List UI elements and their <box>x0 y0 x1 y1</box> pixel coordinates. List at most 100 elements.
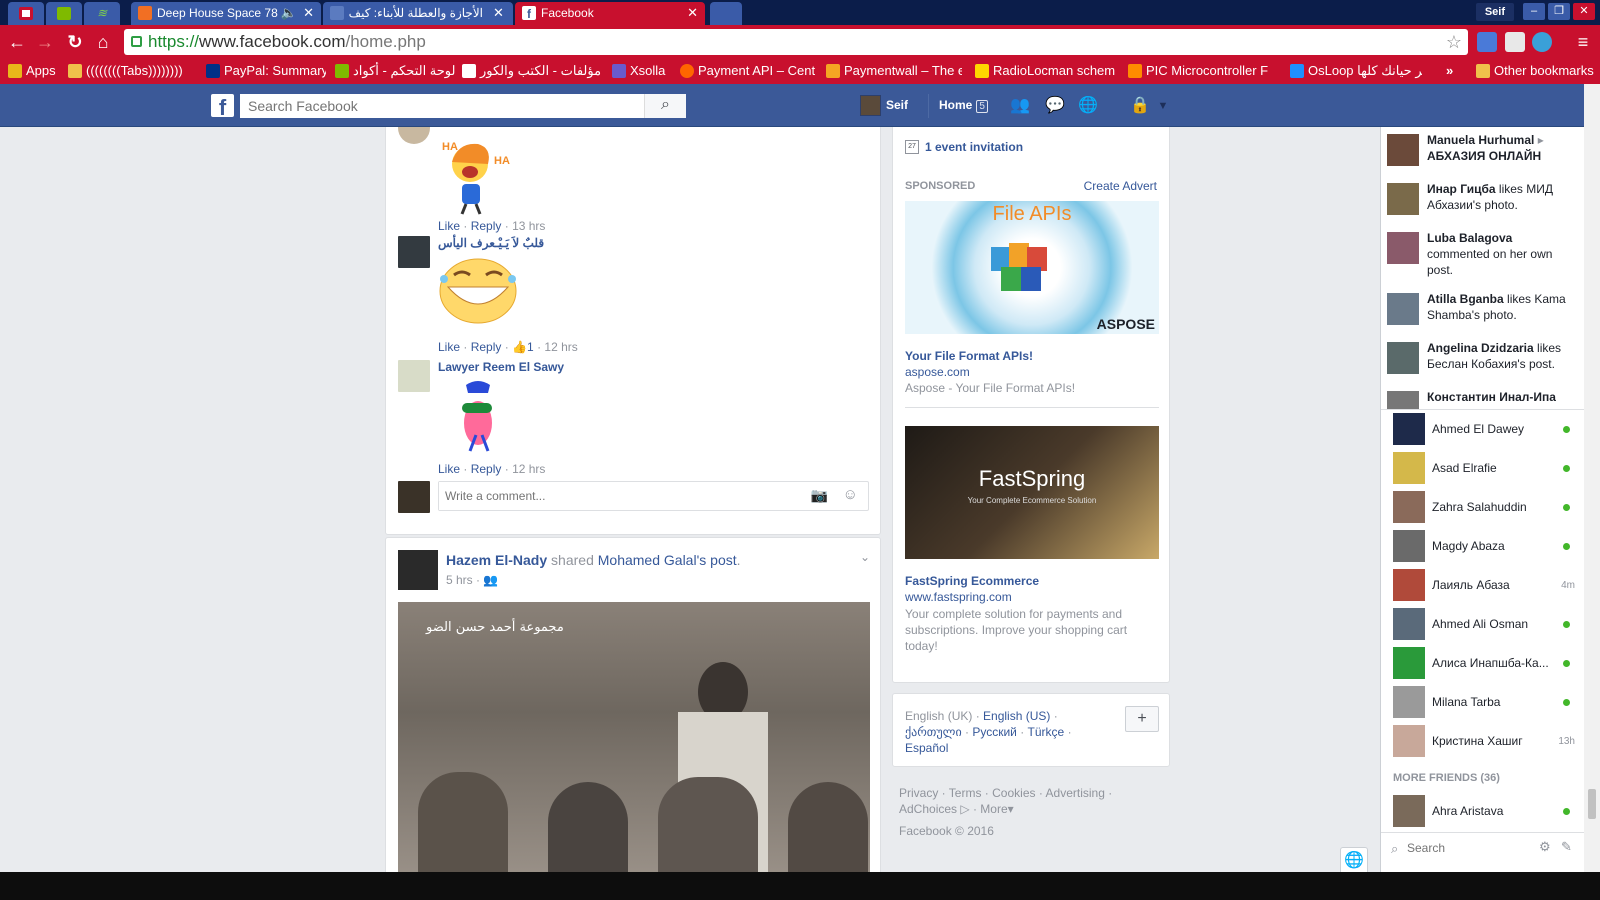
language-option[interactable]: English (US) <box>983 709 1050 723</box>
chat-friend[interactable]: Алиса Инапшба-Ка... <box>1381 643 1585 682</box>
home-link[interactable]: Home 5 <box>928 94 988 118</box>
ad-domain[interactable]: aspose.com <box>905 365 970 379</box>
pinned-tab-1[interactable] <box>8 2 44 25</box>
ticker-item[interactable]: Manuela Hurhumal ▸ АБХАЗИЯ ОНЛАЙН <box>1387 132 1571 180</box>
language-option[interactable]: Türkçe <box>1028 725 1065 739</box>
camera-icon[interactable]: 📷 <box>811 487 828 504</box>
chat-friend[interactable]: Magdy Abaza <box>1381 526 1585 565</box>
address-bar[interactable]: https://www.facebook.com/home.php ☆ <box>124 29 1468 55</box>
comment-time[interactable]: 12 hrs <box>544 340 577 354</box>
footer-terms-link[interactable]: Terms <box>949 786 982 800</box>
footer-more-link[interactable]: More <box>980 802 1007 816</box>
globe-icon[interactable] <box>1532 32 1552 52</box>
avatar[interactable] <box>398 360 430 392</box>
ticker-item[interactable]: Константин Инал-Ипа <box>1387 389 1571 409</box>
privacy-shortcuts-icon[interactable]: 🔒 <box>1130 97 1150 115</box>
globe-icon[interactable]: 🌐 <box>1340 847 1368 872</box>
bookmark-control-panel[interactable]: لوحة التحكم - أكواد <box>335 62 455 80</box>
chat-friend[interactable]: Asad Elrafie <box>1381 448 1585 487</box>
event-invitation-link[interactable]: 1 event invitation <box>925 140 1023 154</box>
tab-deep-house[interactable]: Deep House Space 78 🔈 ✕ <box>131 2 321 25</box>
tab-close-icon[interactable]: ✕ <box>687 5 698 21</box>
post-object-link[interactable]: post <box>710 552 736 568</box>
bookmark-apps[interactable]: Apps <box>8 62 63 80</box>
ad-title[interactable]: FastSpring Ecommerce <box>905 574 1039 588</box>
language-option[interactable]: Русский <box>972 725 1017 739</box>
bookmark-paymentwall[interactable]: Paymentwall – The e <box>826 62 962 80</box>
add-language-button[interactable]: + <box>1125 706 1159 732</box>
comment-time[interactable]: 13 hrs <box>512 219 545 233</box>
ticker-item[interactable]: Angelina Dzidzaria likes Беслан Кобахия'… <box>1387 340 1571 388</box>
like-link[interactable]: Like <box>438 340 460 354</box>
bookmark-tabs-folder[interactable]: ((((((((Tabs)))))))) <box>68 62 198 80</box>
ticker-item[interactable]: Luba Balagova commented on her own post. <box>1387 230 1571 290</box>
footer-privacy-link[interactable]: Privacy <box>899 786 938 800</box>
bookmark-books[interactable]: مؤلفات - الكتب والكور <box>462 62 602 80</box>
emoji-icon[interactable]: ☺ <box>843 486 858 503</box>
pinned-tab-3[interactable]: ≋ <box>84 2 120 25</box>
bookmark-osloop[interactable]: OsLoop أخبر حيانك كلها <box>1290 62 1422 80</box>
tab-close-icon[interactable]: ✕ <box>493 5 504 21</box>
bookmark-xsolla[interactable]: Xsolla <box>612 62 674 80</box>
tab-facebook[interactable]: f Facebook ✕ <box>515 2 705 25</box>
translate-icon[interactable] <box>1477 32 1497 52</box>
reply-link[interactable]: Reply <box>471 340 502 354</box>
language-option[interactable]: ქართული <box>905 725 962 739</box>
ad-image-aspose[interactable]: File APIs ASPOSE <box>905 201 1159 334</box>
new-tab-button[interactable] <box>710 2 742 25</box>
compose-icon[interactable]: ✎ <box>1561 839 1572 855</box>
comment-time[interactable]: 12 hrs <box>512 462 545 476</box>
post-author[interactable]: Hazem El-Nady <box>446 552 547 568</box>
author-avatar[interactable] <box>398 550 438 590</box>
home-icon[interactable]: ⌂ <box>90 29 116 55</box>
friends-audience-icon[interactable]: 👥 <box>483 573 498 587</box>
chat-friend[interactable]: Лаияль Абаза 4m <box>1381 565 1585 604</box>
page-scrollbar[interactable] <box>1584 84 1600 872</box>
forward-icon[interactable]: → <box>32 29 58 55</box>
close-button[interactable]: ✕ <box>1573 3 1595 20</box>
pinned-tab-2[interactable] <box>46 2 82 25</box>
maximize-button[interactable]: ❐ <box>1548 3 1570 20</box>
ad-domain[interactable]: www.fastspring.com <box>905 590 1012 604</box>
messages-icon[interactable]: 💬 <box>1045 97 1065 115</box>
chat-friend[interactable]: Ahmed El Dawey <box>1381 409 1585 448</box>
post-source[interactable]: Mohamed Galal <box>598 552 697 568</box>
ticker-item[interactable]: Atilla Bganba likes Kama Shamba's photo. <box>1387 291 1571 339</box>
ticker-item[interactable]: Инар Гицба likes МИД Абхазии's photo. <box>1387 181 1571 229</box>
like-count[interactable]: 1 <box>527 340 534 354</box>
bookmark-payment-api[interactable]: Payment API – Centi <box>680 62 815 80</box>
scrollbar-thumb[interactable] <box>1588 789 1596 819</box>
footer-advertising-link[interactable]: Advertising <box>1046 786 1105 800</box>
bookmark-paypal[interactable]: PayPal: Summary <box>206 62 326 80</box>
create-advert-link[interactable]: Create Advert <box>1084 179 1157 193</box>
chat-friend[interactable]: Ahmed Ali Osman <box>1381 604 1585 643</box>
ad-title[interactable]: Your File Format APIs! <box>905 349 1033 363</box>
avatar[interactable] <box>398 236 430 268</box>
tab-arabic-article[interactable]: الأجازة والعطلة للأبناء: كيف ✕ <box>323 2 513 25</box>
commenter-name[interactable]: Lawyer Reem El Sawy <box>438 360 564 374</box>
chat-friend[interactable]: Zahra Salahuddin <box>1381 487 1585 526</box>
gear-icon[interactable]: ⚙ <box>1539 839 1551 855</box>
reply-link[interactable]: Reply <box>471 462 502 476</box>
extension-icon[interactable] <box>1505 32 1525 52</box>
chat-search-input[interactable] <box>1407 839 1527 857</box>
bookmark-star-icon[interactable]: ☆ <box>1446 29 1462 55</box>
footer-adchoices-link[interactable]: AdChoices <box>899 802 957 816</box>
footer-cookies-link[interactable]: Cookies <box>992 786 1035 800</box>
bookmark-pic[interactable]: PIC Microcontroller F <box>1128 62 1278 80</box>
post-options-chevron-icon[interactable]: ⌄ <box>860 550 870 564</box>
comment-input[interactable] <box>439 482 799 510</box>
profile-user[interactable]: Seif <box>1475 3 1514 21</box>
search-input[interactable] <box>240 94 640 118</box>
language-option[interactable]: Español <box>905 741 948 755</box>
post-time[interactable]: 5 hrs <box>446 573 473 587</box>
profile-link[interactable]: Seif <box>860 94 908 118</box>
bookmarks-overflow[interactable]: » <box>1446 62 1466 80</box>
chat-friend[interactable]: Кристина Хашиг 13h <box>1381 721 1585 760</box>
commenter-name[interactable]: قلبٌ لاَ يَـيْـعرف اليأس <box>438 236 544 250</box>
like-link[interactable]: Like <box>438 219 460 233</box>
facebook-logo[interactable]: f <box>211 94 234 117</box>
tab-close-icon[interactable]: ✕ <box>303 5 314 21</box>
post-photo[interactable]: مجموعة أحمد حسن الضو <box>398 602 870 872</box>
search-icon[interactable]: ⌕ <box>644 94 686 118</box>
